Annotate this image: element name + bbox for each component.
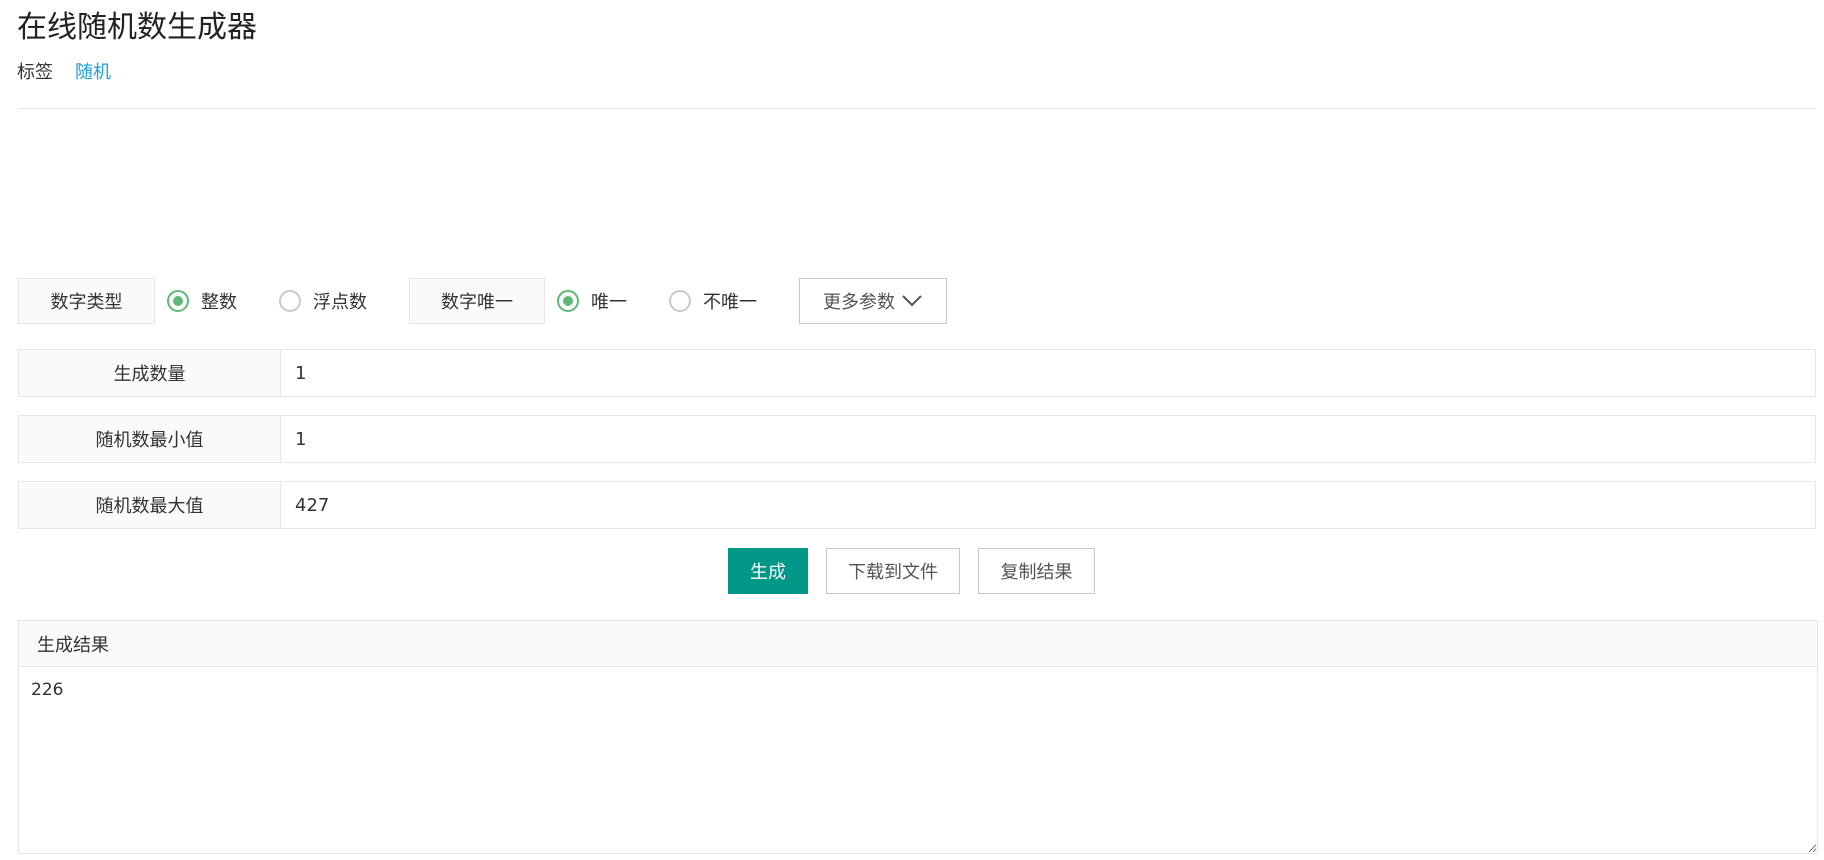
radio-unique-indicator[interactable] xyxy=(557,290,579,312)
min-label: 随机数最小值 xyxy=(19,416,281,462)
count-input[interactable] xyxy=(281,350,1815,396)
options-row: 数字类型 整数 浮点数 数字唯一 唯一 不唯一 更多参数 xyxy=(18,277,947,325)
max-label: 随机数最大值 xyxy=(19,482,281,528)
radio-not-unique[interactable]: 不唯一 xyxy=(669,288,757,314)
more-params-label: 更多参数 xyxy=(823,292,895,313)
count-row: 生成数量 xyxy=(18,349,1816,397)
result-textarea[interactable]: 226 xyxy=(19,667,1817,853)
radio-not-unique-label: 不唯一 xyxy=(703,292,757,313)
min-input[interactable] xyxy=(281,416,1815,462)
count-label: 生成数量 xyxy=(19,350,281,396)
page-title: 在线随机数生成器 xyxy=(17,10,257,45)
radio-float[interactable]: 浮点数 xyxy=(279,288,367,314)
radio-float-label: 浮点数 xyxy=(313,292,367,313)
radio-integer[interactable]: 整数 xyxy=(167,288,237,314)
tag-link-random[interactable]: 随机 xyxy=(75,60,111,86)
radio-not-unique-indicator[interactable] xyxy=(669,290,691,312)
tag-bar: 标签 随机 xyxy=(17,60,111,86)
copy-result-button[interactable]: 复制结果 xyxy=(978,548,1095,594)
result-panel: 生成结果 226 xyxy=(18,620,1818,854)
page-root: 在线随机数生成器 标签 随机 数字类型 整数 浮点数 数字唯一 唯一 不唯一 更… xyxy=(0,0,1824,860)
radio-unique-label: 唯一 xyxy=(591,292,627,313)
radio-unique-dot xyxy=(563,296,573,306)
chevron-down-icon xyxy=(902,295,922,307)
radio-float-indicator[interactable] xyxy=(279,290,301,312)
tag-label: 标签 xyxy=(17,62,53,83)
more-params-button[interactable]: 更多参数 xyxy=(799,278,947,324)
radio-integer-label: 整数 xyxy=(201,292,237,313)
header-divider xyxy=(18,108,1816,109)
action-buttons: 生成 下载到文件 复制结果 xyxy=(728,548,1095,594)
max-row: 随机数最大值 xyxy=(18,481,1816,529)
radio-integer-indicator[interactable] xyxy=(167,290,189,312)
number-unique-label: 数字唯一 xyxy=(409,278,545,324)
number-type-label: 数字类型 xyxy=(18,278,155,324)
radio-unique[interactable]: 唯一 xyxy=(557,288,627,314)
generate-button[interactable]: 生成 xyxy=(728,548,808,594)
max-input[interactable] xyxy=(281,482,1815,528)
result-header: 生成结果 xyxy=(19,621,1817,667)
min-row: 随机数最小值 xyxy=(18,415,1816,463)
radio-integer-dot xyxy=(173,296,183,306)
download-button[interactable]: 下载到文件 xyxy=(826,548,960,594)
